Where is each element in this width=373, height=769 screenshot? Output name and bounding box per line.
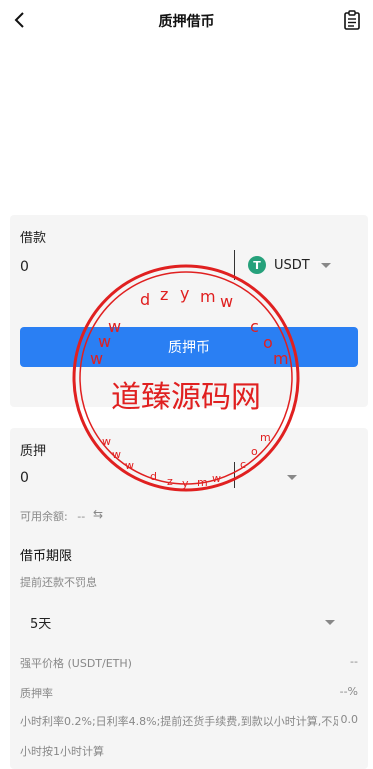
term-select[interactable]: 5天 xyxy=(10,603,368,639)
liquidation-price-label: 强平价格 (USDT/ETH) xyxy=(20,657,132,670)
rate-info-value: 0.0 xyxy=(340,713,359,726)
pledge-coin-button[interactable]: 质押币 xyxy=(20,327,358,367)
available-value: -- xyxy=(77,510,86,523)
chevron-down-icon[interactable] xyxy=(287,475,297,480)
available-label: 可用余额: xyxy=(20,510,68,523)
order-record-icon[interactable] xyxy=(343,10,361,30)
borrow-coin-symbol: USDT xyxy=(274,257,310,273)
usdt-icon: T xyxy=(248,256,266,274)
divider xyxy=(234,250,235,280)
rate-info-line1: 小时利率0.2%;日利率4.8%;提前还货手续费,到款以小时计算,不足1 xyxy=(20,715,338,728)
available-balance: 可用余额: -- xyxy=(20,508,85,524)
chevron-down-icon[interactable] xyxy=(321,263,331,268)
pledge-card: 质押 0 可用余额: -- ⇆ 借币期限 提前还款不罚息 5天 强平价格 (US… xyxy=(10,428,368,769)
term-subtitle: 提前还款不罚息 xyxy=(20,576,97,589)
borrow-coin-select[interactable]: T USDT xyxy=(248,256,310,274)
header: 质押借币 xyxy=(0,0,373,40)
term-title: 借币期限 xyxy=(20,549,73,564)
liquidation-price-value: -- xyxy=(350,655,358,668)
pledge-label: 质押 xyxy=(20,444,47,459)
swap-icon[interactable]: ⇆ xyxy=(93,507,103,521)
borrow-amount-input[interactable]: 0 xyxy=(20,259,29,275)
page-title: 质押借币 xyxy=(158,14,215,30)
pledge-amount-input[interactable]: 0 xyxy=(20,470,29,486)
divider xyxy=(234,462,235,488)
rate-info-line2: 小时按1小时计算 xyxy=(20,745,104,758)
pledge-rate-value: --% xyxy=(339,685,358,698)
borrow-label: 借款 xyxy=(20,231,47,246)
chevron-down-icon[interactable] xyxy=(325,620,335,625)
pledge-rate-label: 质押率 xyxy=(20,687,53,700)
borrow-card: 借款 0 T USDT 质押币 xyxy=(10,215,368,407)
term-selected-value: 5天 xyxy=(30,617,52,632)
